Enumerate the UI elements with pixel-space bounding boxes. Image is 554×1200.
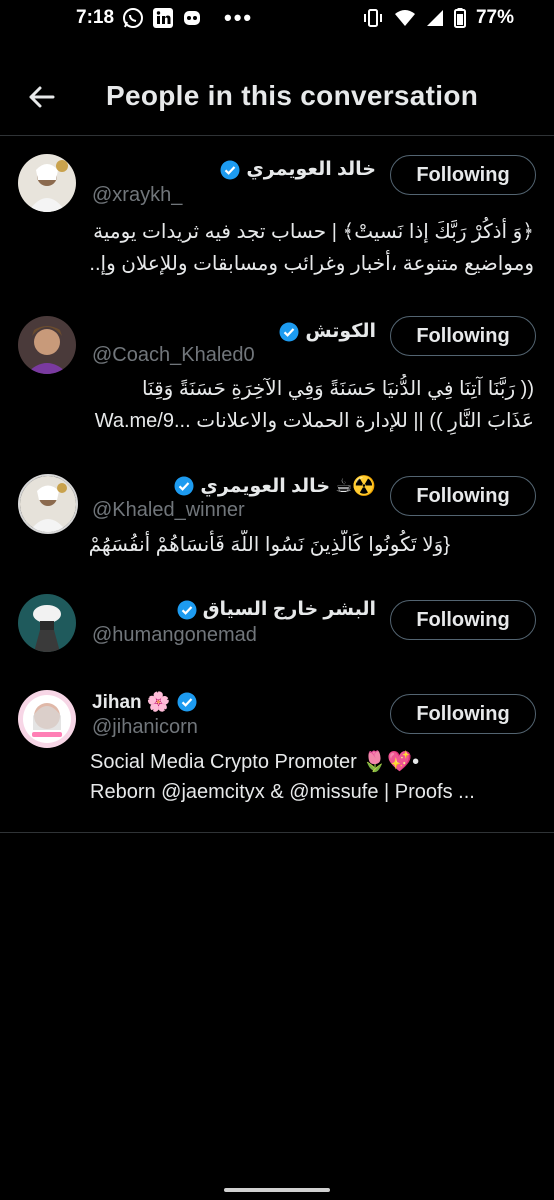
list-item[interactable]: خالد العويمري @xraykh_ Following ﴿وَ أذك… xyxy=(0,136,554,298)
verified-badge-icon xyxy=(177,692,197,712)
verified-badge-icon xyxy=(279,322,299,342)
verified-badge-icon xyxy=(174,476,194,496)
bio-line: ﴿وَ أذكُرْ رَبَّكَ إذا نَسيتْ﴾ | حساب تج… xyxy=(93,221,534,243)
display-name-text: Jihan 🌸 xyxy=(92,692,171,713)
user-handle: @xraykh_ xyxy=(92,184,183,206)
avatar[interactable] xyxy=(18,690,76,748)
more-notifications-icon: ••• xyxy=(224,5,254,30)
following-button[interactable]: Following xyxy=(390,155,536,195)
bio-line: Reborn @jaemcityx & @missufe | Proofs ..… xyxy=(90,781,475,803)
display-name-text: خالد العويمري xyxy=(246,159,376,180)
linkedin-icon xyxy=(152,7,174,29)
list-item[interactable]: الكوتش @Coach_Khaled0 Following (( رَبَّ… xyxy=(0,298,554,458)
bio-line: (( رَبَّنَا آتِنَا فِي الدُّنيَا حَسَنَة… xyxy=(141,378,534,400)
user-handle: @jihanicorn xyxy=(92,716,198,738)
list-item[interactable]: Jihan 🌸 @jihanicorn Following Social Med… xyxy=(0,678,554,832)
display-name-text: خالد العويمري ☕☢️ xyxy=(200,476,376,497)
home-indicator[interactable] xyxy=(224,1188,330,1192)
display-name: خالد العويمري ☕☢️ xyxy=(174,474,376,498)
wifi-icon xyxy=(394,9,416,27)
user-handle: @Khaled_winner xyxy=(92,499,245,521)
verified-badge-icon xyxy=(177,600,197,620)
whatsapp-icon xyxy=(122,7,144,29)
avatar[interactable] xyxy=(18,154,76,212)
display-name-text: البشر خارج السياق xyxy=(202,599,376,620)
user-handle: @humangonemad xyxy=(92,624,257,646)
display-name: Jihan 🌸 xyxy=(92,690,197,714)
display-name: البشر خارج السياق xyxy=(177,598,376,621)
people-list: خالد العويمري @xraykh_ Following ﴿وَ أذك… xyxy=(0,136,554,833)
battery-percent: 77% xyxy=(475,7,514,28)
battery-icon xyxy=(453,8,466,28)
following-button[interactable]: Following xyxy=(390,476,536,516)
avatar[interactable] xyxy=(18,316,76,374)
list-item[interactable]: خالد العويمري ☕☢️ @Khaled_winner Followi… xyxy=(0,458,554,582)
bio-line: {وَلا تَكُونُوا كَالَّذِينَ نَسُوا اللَّ… xyxy=(90,534,450,556)
bio-line: عَذَابَ النَّارِ )) || للإدارة الحملات و… xyxy=(94,410,534,432)
avatar[interactable] xyxy=(18,594,76,652)
top-app-bar: People in this conversation xyxy=(0,60,554,136)
arrow-left-icon xyxy=(29,86,55,108)
list-item[interactable]: البشر خارج السياق @humangonemad Followin… xyxy=(0,582,554,678)
verified-badge-icon xyxy=(220,160,240,180)
display-name: الكوتش xyxy=(279,320,376,343)
bio-line: Social Media Crypto Promoter 🌷💖• xyxy=(90,751,420,773)
bio-line: ومواضيع متنوعة ،أخبار وغرائب ومسابقات ول… xyxy=(90,253,534,275)
user-handle: @Coach_Khaled0 xyxy=(92,344,255,366)
status-bar: 7:18 ••• 77% xyxy=(0,0,554,36)
avatar[interactable] xyxy=(18,474,78,534)
page-title: People in this conversation xyxy=(106,80,479,111)
clock: 7:18 xyxy=(76,7,115,28)
display-name-text: الكوتش xyxy=(305,321,376,342)
display-name: خالد العويمري xyxy=(220,158,376,181)
following-button[interactable]: Following xyxy=(390,694,536,734)
following-button[interactable]: Following xyxy=(390,316,536,356)
vibrate-icon xyxy=(362,8,384,28)
signal-icon xyxy=(426,9,444,27)
back-button[interactable] xyxy=(22,80,60,114)
app-icon xyxy=(182,8,202,28)
following-button[interactable]: Following xyxy=(390,600,536,640)
